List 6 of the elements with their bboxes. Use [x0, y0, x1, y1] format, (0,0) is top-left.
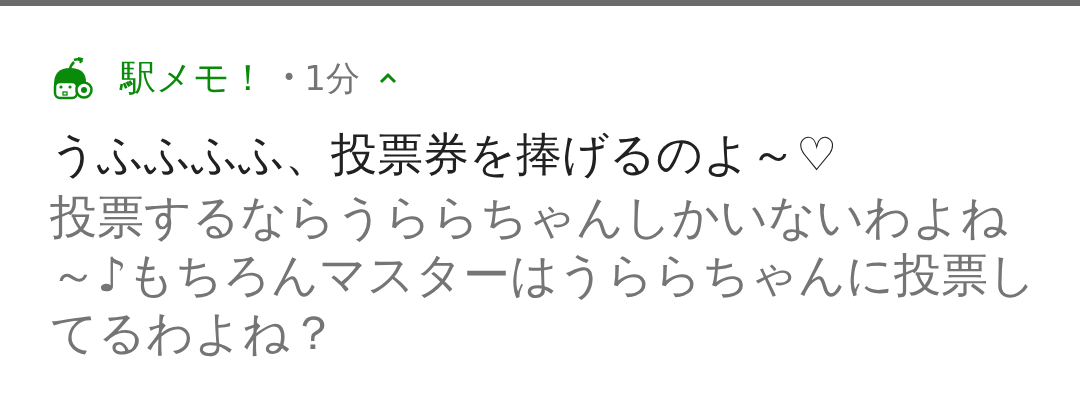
timestamp: 1分	[304, 56, 360, 100]
notification-body: 投票するならうららちゃんしかいないわよね～♪もちろんマスターはうららちゃんに投票してるわよね？	[50, 188, 1037, 362]
notification-title: うふふふふ、投票券を捧げるのよ～♡	[50, 126, 839, 182]
app-name: 駅メモ！	[120, 56, 266, 100]
separator-dot: •	[282, 63, 297, 94]
chevron-icon[interactable]	[377, 71, 398, 85]
